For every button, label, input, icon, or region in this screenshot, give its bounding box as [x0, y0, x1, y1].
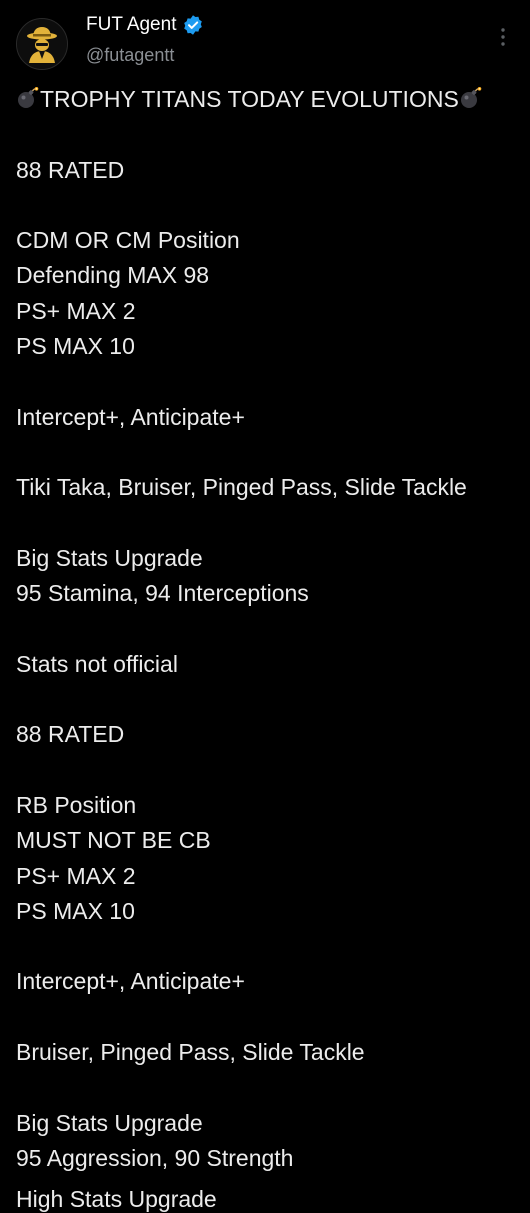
tweet-line: PS MAX 10: [16, 897, 135, 924]
tweet-line: Intercept+, Anticipate+: [16, 968, 245, 995]
more-vertical-icon[interactable]: [492, 26, 514, 48]
tweet-line: [16, 682, 522, 717]
tweet-line: [16, 188, 522, 223]
tweet-line: 88 RATED: [16, 156, 125, 183]
bomb-emoji-icon: [459, 85, 483, 109]
tweet-line: Big Stats Upgrade: [16, 1109, 203, 1136]
tweet-line: PS MAX 10: [16, 333, 135, 360]
tweet-line: RB Position: [16, 791, 137, 818]
tweet-line: Tiki Taka, Bruiser, Pinged Pass, Slide T…: [16, 474, 467, 501]
tweet-line: Bruiser, Pinged Pass, Slide Tackle: [16, 1039, 365, 1066]
tweet-line: PS+ MAX 2: [16, 297, 136, 324]
tweet-title: TROPHY TITANS TODAY EVOLUTIONS: [40, 86, 459, 112]
display-name[interactable]: FUT Agent: [86, 14, 176, 36]
tweet-title-line: TROPHY TITANS TODAY EVOLUTIONS: [16, 82, 522, 117]
tweet-line: [16, 1070, 522, 1105]
tweet-line: CDM OR CM Position: [16, 227, 240, 254]
tweet-line: [16, 435, 522, 470]
avatar-agent-icon: [17, 19, 67, 69]
tweet-line: PS+ MAX 2: [16, 862, 136, 889]
bomb-emoji-icon: [16, 85, 40, 109]
tweet-line: [16, 929, 522, 964]
tweet-line: Stats not official: [16, 650, 178, 677]
avatar[interactable]: [16, 18, 68, 70]
author-handle[interactable]: @futagentt: [86, 45, 174, 66]
tweet-line: MUST NOT BE CB: [16, 827, 211, 854]
tweet-line: Intercept+, Anticipate+: [16, 403, 245, 430]
tweet-line: Defending MAX 98: [16, 262, 210, 289]
tweet-text: TROPHY TITANS TODAY EVOLUTIONS 88 RATED …: [16, 82, 522, 1176]
author-name-row[interactable]: FUT Agent: [86, 14, 204, 36]
tweet-line: [16, 1000, 522, 1035]
tweet-line: [16, 364, 522, 399]
tweet-line: 88 RATED: [16, 721, 125, 748]
tweet-line: [16, 611, 522, 646]
tweet-header: FUT Agent @futagentt: [0, 0, 530, 80]
tweet-line: Big Stats Upgrade: [16, 544, 203, 571]
tweet-line: [16, 753, 522, 788]
tweet-line: 95 Aggression, 90 Strength: [16, 1144, 294, 1171]
verified-badge-icon: [182, 14, 204, 36]
tweet-line: 95 Stamina, 94 Interceptions: [16, 580, 309, 607]
tweet-line: [16, 506, 522, 541]
